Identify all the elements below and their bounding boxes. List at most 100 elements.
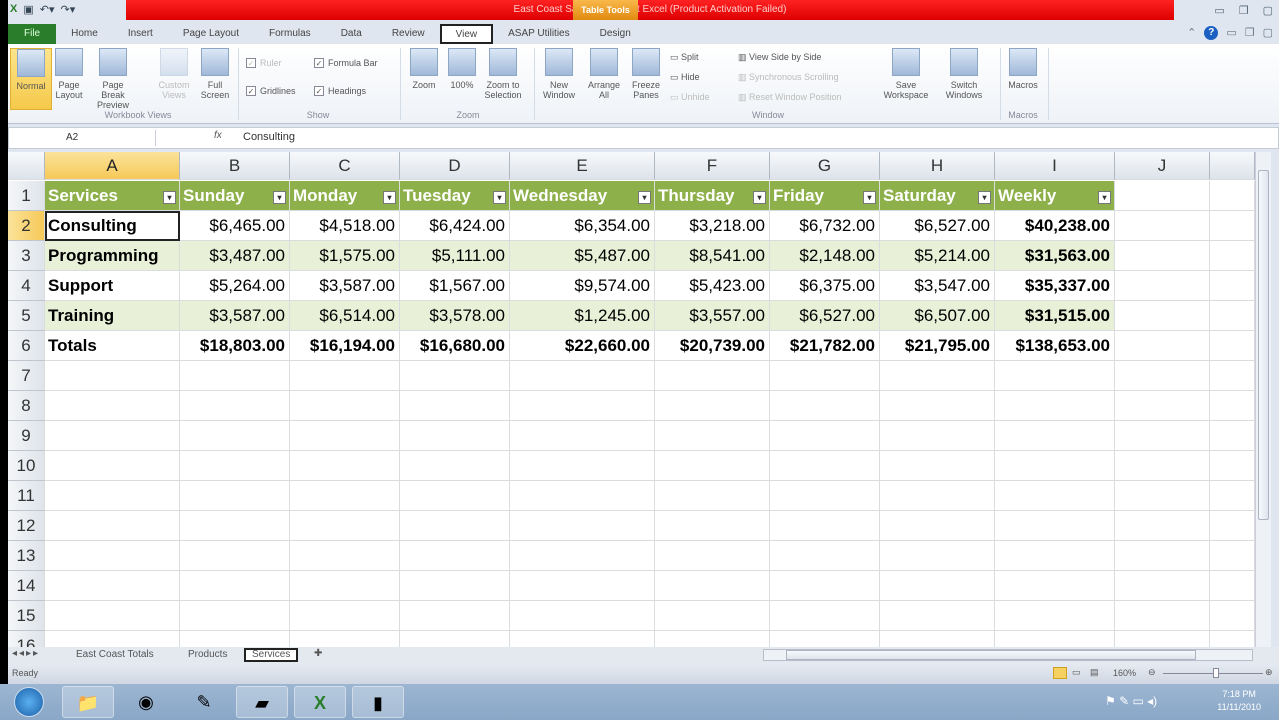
pen-taskbar-icon[interactable]: ✎ [178,686,230,718]
table-header-cell[interactable]: Services ▾ [45,181,180,211]
cell[interactable] [290,481,400,511]
cell[interactable] [770,541,880,571]
cell[interactable] [880,571,995,601]
column-header[interactable]: J [1115,152,1210,180]
explorer-taskbar-icon[interactable]: 📁 [62,686,114,718]
table-cell[interactable]: Programming [45,241,180,271]
cell[interactable] [655,541,770,571]
column-header[interactable]: F [655,152,770,180]
row-header[interactable]: 10 [8,451,45,481]
column-header[interactable]: H [880,152,995,180]
cell[interactable] [1115,451,1210,481]
cell[interactable] [1210,391,1255,421]
chrome-taskbar-icon[interactable]: ◉ [120,686,172,718]
table-header-cell[interactable]: Tuesday ▾ [400,181,510,211]
table-cell[interactable]: $20,739.00 [655,331,770,361]
cell[interactable] [1210,331,1255,361]
cell[interactable] [655,481,770,511]
scroll-thumb[interactable] [786,650,1196,660]
cell[interactable] [510,391,655,421]
cell[interactable] [45,391,180,421]
cell[interactable] [290,601,400,631]
zoom-to-selection-button[interactable]: Zoom to Selection [482,48,524,100]
cell[interactable] [1210,601,1255,631]
cell[interactable] [770,571,880,601]
cell[interactable] [655,511,770,541]
cell[interactable] [180,601,290,631]
custom-views-button[interactable]: Custom Views [153,48,195,100]
cell[interactable] [510,361,655,391]
cell[interactable] [400,421,510,451]
cell[interactable] [880,361,995,391]
cell[interactable] [180,361,290,391]
row-header[interactable]: 8 [8,391,45,421]
cell[interactable] [880,391,995,421]
table-cell[interactable]: Training [45,301,180,331]
horizontal-scrollbar[interactable] [763,649,1253,661]
table-cell[interactable]: $6,732.00 [770,211,880,241]
switch-windows-button[interactable]: Switch Windows [936,48,992,100]
cell[interactable] [1115,541,1210,571]
cell[interactable] [995,451,1115,481]
cell[interactable] [45,631,180,647]
cell[interactable] [995,511,1115,541]
cell[interactable] [770,451,880,481]
cell[interactable] [655,361,770,391]
table-header-cell[interactable]: Friday ▾ [770,181,880,211]
workbook-close-icon[interactable]: ▢ [1263,26,1273,40]
cell[interactable] [655,391,770,421]
cell[interactable] [770,601,880,631]
table-cell[interactable]: $18,803.00 [180,331,290,361]
new-window-button[interactable]: New Window [538,48,580,100]
cell[interactable] [655,571,770,601]
app-taskbar-icon[interactable]: ▰ [236,686,288,718]
cell[interactable] [400,511,510,541]
cell[interactable] [995,481,1115,511]
cell[interactable] [45,571,180,601]
table-cell[interactable]: $5,111.00 [400,241,510,271]
row-header[interactable]: 1 [8,181,45,211]
cell[interactable] [770,511,880,541]
tab-data[interactable]: Data [326,24,377,44]
filter-dropdown-icon[interactable]: ▾ [383,191,396,204]
formula-bar-checkbox[interactable]: ✓ Formula Bar [314,58,378,68]
cell[interactable] [290,631,400,647]
table-cell[interactable]: $22,660.00 [510,331,655,361]
normal-view-icon[interactable] [1053,667,1067,679]
cell[interactable] [45,541,180,571]
cell[interactable] [1210,181,1255,211]
table-cell[interactable]: $16,194.00 [290,331,400,361]
table-cell[interactable]: $6,527.00 [770,301,880,331]
cell[interactable] [995,631,1115,647]
table-cell[interactable]: $35,337.00 [995,271,1115,301]
tab-page-layout[interactable]: Page Layout [168,24,254,44]
cell[interactable] [995,391,1115,421]
column-header[interactable]: A [45,152,180,180]
cell[interactable] [655,631,770,647]
filter-dropdown-icon[interactable]: ▾ [163,191,176,204]
hide-button[interactable]: ▭ Hide [670,72,700,83]
table-cell[interactable]: $16,680.00 [400,331,510,361]
cell[interactable] [880,451,995,481]
cell[interactable] [400,631,510,647]
sheet-tab-services[interactable]: Services [244,648,299,662]
cell[interactable] [1210,451,1255,481]
tab-asap-utilities[interactable]: ASAP Utilities [493,24,585,44]
zoom-button[interactable]: Zoom [403,48,445,90]
zoom-slider-handle[interactable] [1213,668,1219,678]
filter-dropdown-icon[interactable]: ▾ [863,191,876,204]
page-layout-button[interactable]: Page Layout [48,48,90,100]
cell[interactable] [510,571,655,601]
cell[interactable] [1115,361,1210,391]
cell[interactable] [45,511,180,541]
sheet-tab-east-coast-totals[interactable]: East Coast Totals [68,648,162,662]
cell[interactable] [290,391,400,421]
cell[interactable] [400,361,510,391]
table-cell[interactable]: $3,487.00 [180,241,290,271]
row-header[interactable]: 15 [8,601,45,631]
table-cell[interactable]: $6,514.00 [290,301,400,331]
tab-view[interactable]: View [439,24,494,44]
table-cell[interactable]: $5,264.00 [180,271,290,301]
cell[interactable] [1115,601,1210,631]
column-header[interactable] [1210,152,1255,180]
